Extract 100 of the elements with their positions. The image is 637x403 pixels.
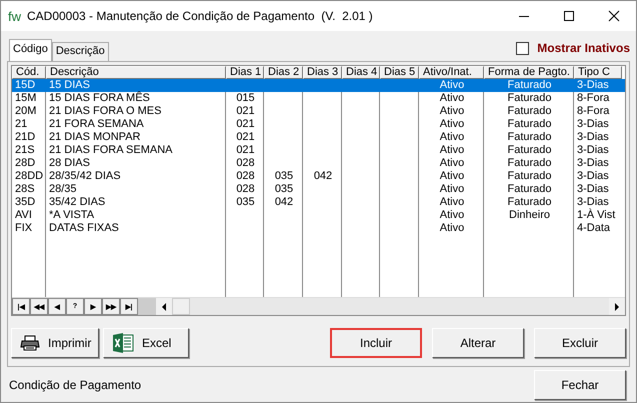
table-cell-text: 21D <box>14 131 36 144</box>
table-cell-text: 8-Fora <box>576 105 610 118</box>
close-icon <box>608 10 620 22</box>
column-header[interactable]: Dias 2 <box>264 66 303 79</box>
table-cell-text: 3-Dias <box>576 131 610 144</box>
column-header[interactable]: Dias 5 <box>380 66 419 79</box>
table-cell-text: Ativo <box>438 196 466 209</box>
table-cell-text: 21 DIAS FORA SEMANA <box>48 144 174 157</box>
table-cell-text: Ativo <box>438 157 466 170</box>
table-cell-text: *A VISTA <box>48 209 96 222</box>
table-row[interactable]: 35D 35/42 DIAS 035 042 Ativo Faturado 3-Dias <box>12 196 625 209</box>
table-cell-text: 035 <box>274 170 294 183</box>
excel-button[interactable]: Excel <box>103 328 189 358</box>
table-cell-text: DATAS FIXAS <box>48 222 120 235</box>
column-header[interactable]: Cód. <box>12 66 46 79</box>
table-row[interactable]: 21D 21 DIAS MONPAR 021 Ativo Faturado 3-Dias <box>12 131 625 144</box>
table-cell-text: Ativo <box>438 79 466 92</box>
table-cell-text: 021 <box>235 131 256 144</box>
table-cell-text: 21S <box>14 144 36 157</box>
table-cell-text: 035 <box>274 183 294 196</box>
table-cell-text: 028 <box>235 157 256 170</box>
scroll-thumb[interactable] <box>172 298 190 315</box>
checkbox-label: Mostrar Inativos <box>537 41 630 55</box>
column-header[interactable]: Tipo C <box>574 66 622 79</box>
horizontal-scrollbar[interactable] <box>156 298 625 315</box>
table-cell-text: Ativo <box>438 118 466 131</box>
table-cell-text: 28DD <box>14 170 44 183</box>
table-cell-text: 20M <box>14 105 38 118</box>
table-cell-text: 035 <box>235 196 256 209</box>
table-cell-text: 35D <box>14 196 36 209</box>
table-cell-text: 35/42 DIAS <box>48 196 106 209</box>
table-cell-text: 28 DIAS <box>48 157 91 170</box>
spreadsheet-icon <box>112 333 134 353</box>
table-row[interactable]: 21 21 FORA SEMANA 021 Ativo Faturado 3-Dias <box>12 118 625 131</box>
tab[interactable]: Descrição <box>52 42 109 61</box>
window-title: CAD00003 - Manutenção de Condição de Pagamento (V. 2.01 ) <box>27 9 374 23</box>
table-cell-text: Faturado <box>506 92 553 105</box>
column-header[interactable]: Dias 3 <box>303 66 342 79</box>
table-cell-text: 28S <box>14 183 36 196</box>
table-cell-text: AVI <box>14 209 33 222</box>
table-cell-text: Ativo <box>438 144 466 157</box>
table-cell-text: 042 <box>274 196 294 209</box>
table-cell-text: Faturado <box>506 105 553 118</box>
selected-row[interactable]: 15D 15 DIAS Ativo Faturado 3-Dias <box>12 79 625 92</box>
table-cell-text: 15 DIAS <box>48 79 91 92</box>
table-cell-text: 3-Dias <box>576 183 610 196</box>
table-cell-text: 8-Fora <box>576 92 610 105</box>
table-cell-text: 015 <box>235 92 256 105</box>
table-cell-text: 28D <box>14 157 36 170</box>
table-cell-text: 1-À Vist <box>576 209 616 222</box>
table-cell-text: Faturado <box>506 183 553 196</box>
table-cell-text: 3-Dias <box>576 118 610 131</box>
column-header[interactable]: Forma de Pagto. <box>484 66 574 79</box>
table-cell-text: 021 <box>235 144 256 157</box>
table-cell-text: Ativo <box>438 105 466 118</box>
table-cell-text: Ativo <box>438 170 466 183</box>
table-cell-text: 15 DIAS FORA MÊS <box>48 92 151 105</box>
table-row[interactable]: 15M 15 DIAS FORA MÊS 015 Ativo Faturado 8-Fora <box>12 92 625 105</box>
table-cell-text: 15D <box>14 79 36 92</box>
table-cell-text: 4-Data <box>576 222 612 235</box>
table-cell-text: 21 <box>14 118 28 131</box>
table-row[interactable]: AVI *A VISTA Ativo Dinheiro 1-À Vist <box>12 209 625 222</box>
action-button[interactable]: Alterar <box>432 328 524 358</box>
table-row[interactable]: FIX DATAS FIXAS Ativo 4-Data <box>12 222 625 235</box>
table-cell-text: Faturado <box>506 196 553 209</box>
table-cell-text: 028 <box>235 183 256 196</box>
table-cell-text: 28/35/42 DIAS <box>48 170 122 183</box>
table-cell-text: 3-Dias <box>576 196 610 208</box>
close-window-button[interactable]: Fechar <box>534 370 626 400</box>
table-cell-text: Faturado <box>506 118 553 131</box>
table-cell-text: 3-Dias <box>576 170 610 183</box>
action-button[interactable]: Excluir <box>534 328 626 358</box>
column-header[interactable]: Dias 4 <box>342 66 380 79</box>
table-cell-text: 28/35 <box>48 183 78 196</box>
table-row[interactable]: 28D 28 DIAS 028 Ativo Faturado 3-Dias <box>12 157 625 170</box>
table-cell-text: 021 <box>235 118 256 131</box>
table-cell-text: Dinheiro <box>508 209 551 222</box>
column-header[interactable]: Descrição <box>46 66 226 79</box>
table-cell-text: 3-Dias <box>576 79 610 92</box>
column-header[interactable]: Dias 1 <box>226 66 264 79</box>
navigator-spacer <box>138 298 156 315</box>
table-cell-text: Ativo <box>438 131 466 144</box>
table-cell-text: 3-Dias <box>576 144 610 157</box>
table-row[interactable]: 20M 21 DIAS FORA O MES 021 Ativo Faturado 8-Fora <box>12 105 625 118</box>
table-row[interactable]: 21S 21 DIAS FORA SEMANA 021 Ativo Faturado 3-Dias <box>12 144 625 157</box>
table-row[interactable]: 28DD 28/35/42 DIAS 028 035 042 Ativo Faturado 3-Dias <box>12 170 625 183</box>
left-arrow-icon[interactable] <box>161 302 167 310</box>
action-button[interactable]: Incluir <box>330 328 422 358</box>
checkbox[interactable] <box>516 42 530 54</box>
table-cell-text: Ativo <box>438 183 466 196</box>
table-cell-text: 042 <box>312 170 334 183</box>
table-cell-text: Faturado <box>506 157 553 170</box>
tab[interactable]: Código <box>9 39 52 61</box>
table-row[interactable]: 28S 28/35 028 035 Ativo Faturado 3-Dias <box>12 183 625 196</box>
table-cell-text: 21 DIAS MONPAR <box>48 131 142 144</box>
right-arrow-icon[interactable] <box>614 302 620 310</box>
print-button[interactable]: Imprimir <box>11 328 99 358</box>
table-cell-text: Ativo <box>438 222 466 235</box>
table-cell-text: Faturado <box>506 170 553 183</box>
column-header[interactable]: Ativo/Inat. <box>419 66 484 79</box>
